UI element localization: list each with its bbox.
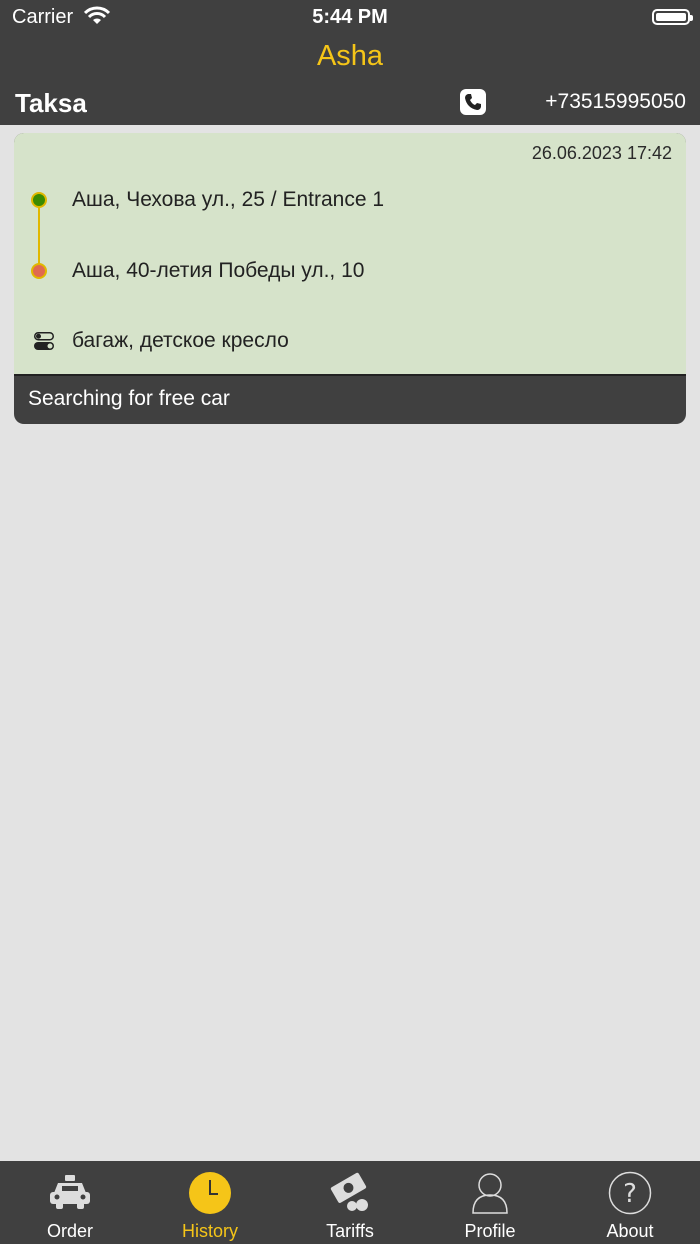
tab-order[interactable]: Order: [0, 1161, 140, 1244]
tab-label-about: About: [606, 1221, 654, 1241]
clock-icon: [189, 1172, 231, 1214]
phone-number-link[interactable]: +73515995050: [545, 90, 686, 114]
order-options: багаж, детское кресло: [72, 329, 289, 352]
tab-about[interactable]: ? About: [560, 1161, 700, 1244]
tab-profile[interactable]: Profile: [420, 1161, 560, 1244]
destination-marker-icon: [31, 263, 47, 279]
pickup-address: Аша, Чехова ул., 25 / Entrance 1: [72, 188, 385, 211]
status-bar: Carrier 5:44 PM: [0, 0, 700, 36]
money-icon: [330, 1172, 368, 1211]
question-icon: ?: [608, 1171, 652, 1215]
service-header: Taksa +73515995050: [0, 80, 700, 125]
tab-label-tariffs: Tariffs: [326, 1221, 374, 1241]
taxi-icon: [50, 1175, 90, 1209]
order-date: 26.06.2023 17:42: [531, 143, 672, 163]
card-divider: [14, 374, 686, 376]
tab-tariffs[interactable]: Tariffs: [280, 1161, 420, 1244]
person-icon: [472, 1173, 508, 1214]
phone-icon[interactable]: [460, 89, 486, 115]
route-line: [38, 201, 40, 271]
order-status: Searching for free car: [28, 387, 230, 410]
options-toggle-icon: [34, 332, 54, 350]
tab-history[interactable]: History: [140, 1161, 280, 1244]
tab-label-history: History: [181, 1221, 238, 1241]
svg-text:?: ?: [623, 1179, 637, 1209]
battery-icon: [652, 9, 693, 25]
page-title: Asha: [316, 40, 384, 72]
service-name: Taksa: [15, 88, 87, 118]
tab-bar: Order History Tariffs Profile ? About: [0, 1161, 700, 1244]
order-card[interactable]: 26.06.2023 17:42 Аша, Чехова ул., 25 / E…: [14, 133, 686, 424]
tab-label-profile: Profile: [464, 1221, 516, 1241]
title-bar: Asha: [0, 36, 700, 80]
pickup-marker-icon: [31, 192, 47, 208]
order-details: 26.06.2023 17:42 Аша, Чехова ул., 25 / E…: [14, 133, 686, 374]
destination-address: Аша, 40-летия Победы ул., 10: [72, 259, 365, 282]
tab-label-order: Order: [46, 1221, 93, 1241]
status-time: 5:44 PM: [312, 6, 388, 28]
